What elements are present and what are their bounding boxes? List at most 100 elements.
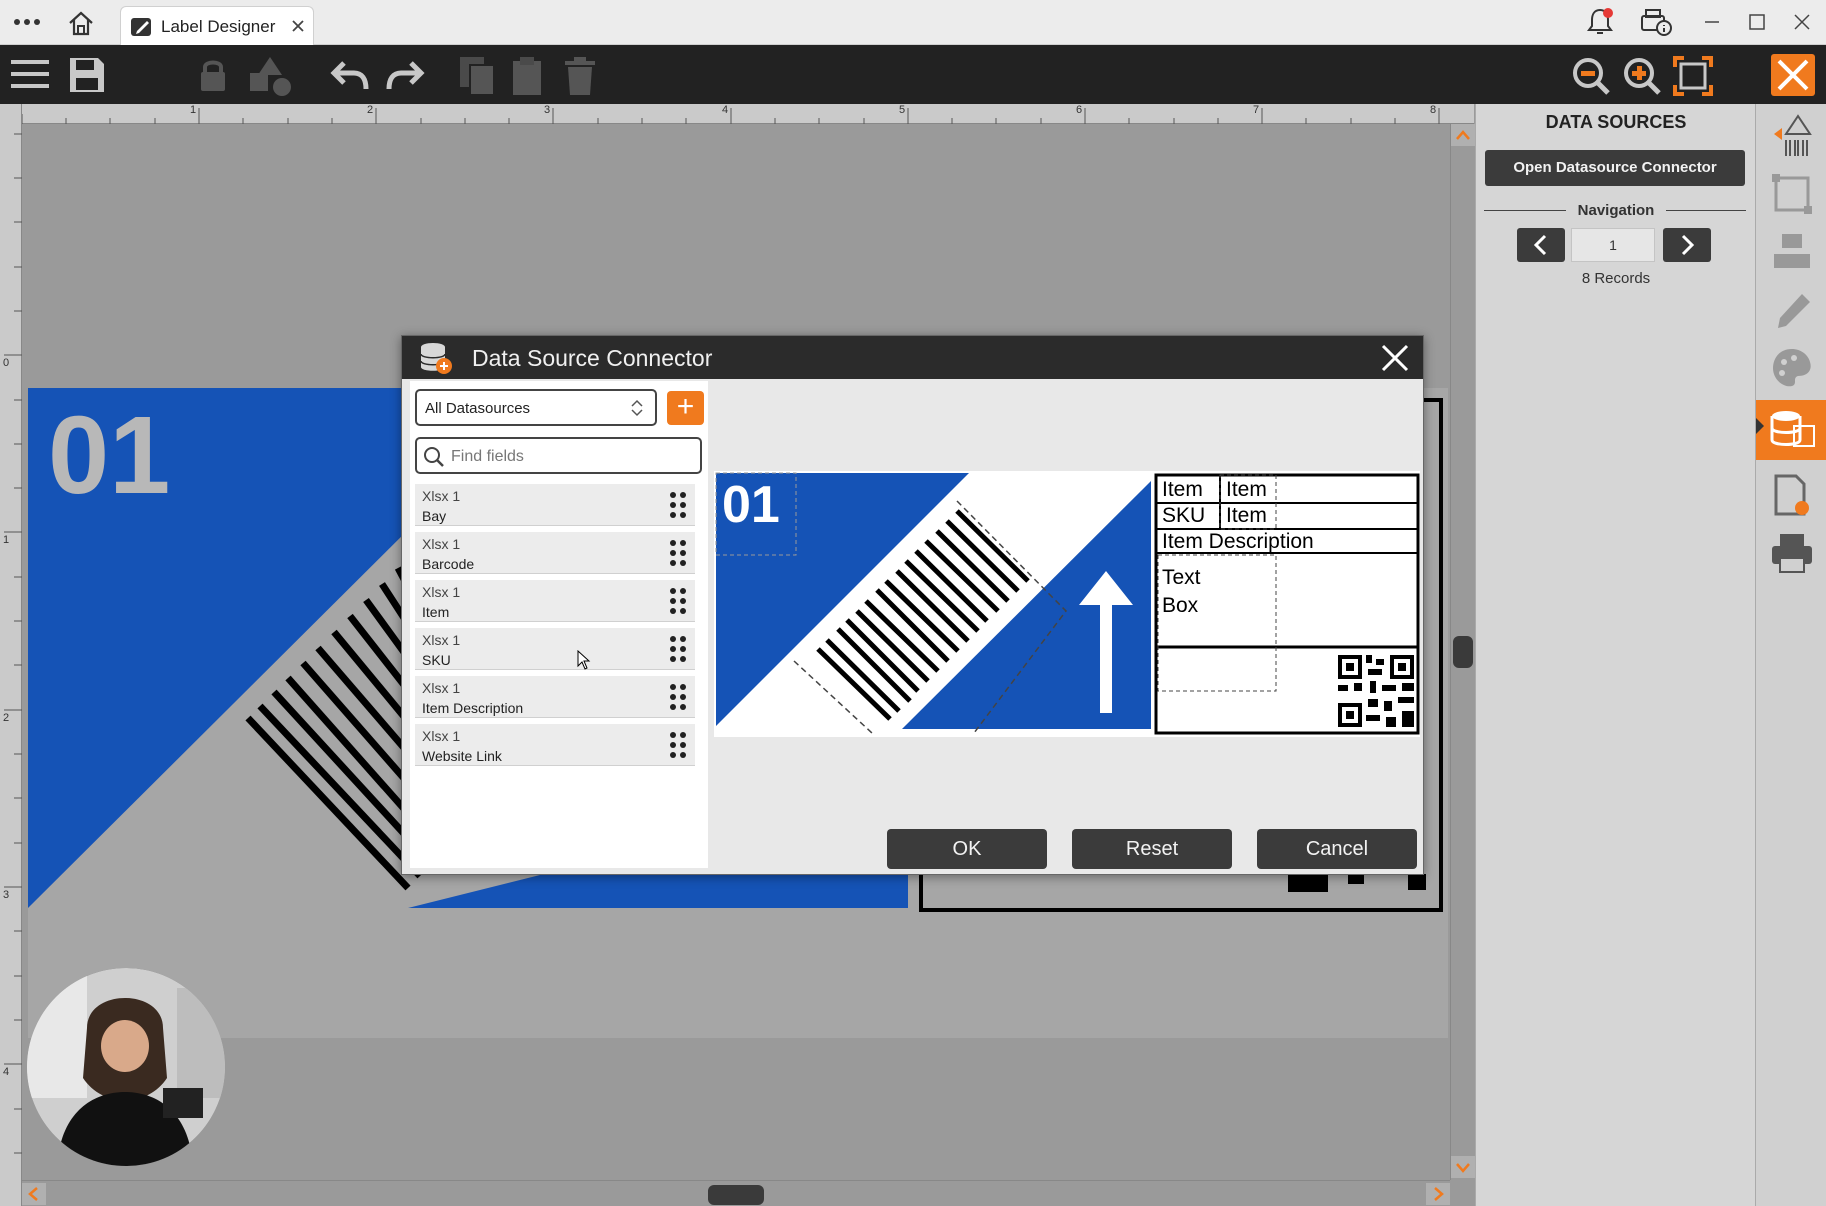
printer-info-icon[interactable] <box>1638 6 1674 38</box>
field-source: Xlsx 1 <box>422 488 461 504</box>
data-source-connector-dialog: Data Source Connector All Datasources + … <box>401 335 1424 875</box>
ruler-label: 1 <box>3 534 10 546</box>
add-datasource-button[interactable]: + <box>667 391 704 425</box>
ruler-label: 2 <box>367 104 374 116</box>
vertical-ruler: 0 1 2 3 4 <box>0 104 22 1206</box>
fit-to-screen-icon[interactable] <box>1672 55 1714 97</box>
delete-trash-icon[interactable] <box>563 55 597 97</box>
align-layers-icon[interactable] <box>1770 230 1814 274</box>
vertical-scrollbar[interactable] <box>1450 124 1475 1180</box>
cancel-button[interactable]: Cancel <box>1257 829 1417 869</box>
drag-handle-icon[interactable] <box>668 682 688 712</box>
list-item[interactable]: Xlsx 1 Barcode <box>415 532 695 574</box>
list-item[interactable]: Xlsx 1 SKU <box>415 628 695 670</box>
drag-handle-icon[interactable] <box>668 586 688 616</box>
ruler-label: 4 <box>3 1066 10 1078</box>
presenter-image <box>27 968 225 1166</box>
close-tab-icon[interactable] <box>291 19 305 33</box>
reset-button[interactable]: Reset <box>1072 829 1232 869</box>
undo-icon[interactable] <box>330 57 370 93</box>
field-name: SKU <box>422 652 451 668</box>
close-window-icon[interactable] <box>1792 12 1812 32</box>
scroll-right-icon[interactable] <box>1426 1183 1450 1205</box>
chevron-left-icon <box>1533 234 1547 256</box>
scroll-up-icon[interactable] <box>1451 124 1475 146</box>
data-sources-panel: DATA SOURCES Open Datasource Connector N… <box>1475 104 1755 1206</box>
preview-number: 01 <box>722 476 780 534</box>
tab-label-designer[interactable]: Label Designer <box>120 6 314 45</box>
preview-sku-value: Item <box>1226 504 1267 527</box>
edit-document-icon <box>130 16 154 38</box>
record-number-input[interactable]: 1 <box>1571 228 1655 262</box>
horizontal-scroll-thumb[interactable] <box>708 1185 764 1205</box>
preview-item-description: Item Description <box>1162 530 1314 553</box>
data-sources-tool-active[interactable] <box>1756 400 1826 460</box>
maximize-icon[interactable] <box>1747 12 1767 32</box>
print-icon[interactable] <box>1770 532 1814 576</box>
save-icon[interactable] <box>68 56 106 94</box>
dialog-close-icon[interactable] <box>1380 343 1410 373</box>
zoom-in-icon[interactable] <box>1621 55 1663 97</box>
list-item[interactable]: Xlsx 1 Item Description <box>415 676 695 718</box>
field-source: Xlsx 1 <box>422 536 461 552</box>
drag-handle-icon[interactable] <box>668 634 688 664</box>
color-palette-icon[interactable] <box>1770 346 1814 390</box>
list-item[interactable]: Xlsx 1 Bay <box>415 484 695 526</box>
drag-handle-icon[interactable] <box>668 730 688 760</box>
preview-item-value: Item <box>1226 478 1267 501</box>
paste-icon[interactable] <box>510 55 546 97</box>
scroll-down-icon[interactable] <box>1451 1156 1475 1178</box>
field-name: Website Link <box>422 748 502 764</box>
notification-bell-icon[interactable] <box>1585 6 1615 38</box>
database-icon <box>418 341 454 375</box>
fields-column: All Datasources + Find fields Xlsx 1 Bay… <box>410 381 708 868</box>
drag-handle-icon[interactable] <box>668 490 688 520</box>
mouse-cursor-icon <box>577 650 591 670</box>
vertical-scroll-thumb[interactable] <box>1453 636 1473 668</box>
ruler-label: 5 <box>899 104 906 116</box>
arrange-shapes-icon[interactable] <box>248 55 294 97</box>
field-name: Bay <box>422 508 447 524</box>
barcode-hazard-icon[interactable] <box>1770 114 1814 158</box>
horizontal-ruler: 1 2 3 4 5 6 7 8 <box>22 104 1474 124</box>
more-options-icon[interactable] <box>12 12 42 32</box>
preview-sku-label: SKU <box>1162 504 1206 527</box>
database-icon <box>1756 411 1815 447</box>
label-preview-graphic <box>715 472 1420 735</box>
select-shape-icon[interactable] <box>1770 172 1814 216</box>
minimize-icon[interactable] <box>1702 12 1722 32</box>
find-fields-search[interactable]: Find fields <box>415 437 702 474</box>
records-count: 8 Records <box>1581 270 1651 287</box>
search-placeholder: Find fields <box>451 448 524 465</box>
field-source: Xlsx 1 <box>422 632 461 648</box>
field-name: Barcode <box>422 556 475 572</box>
panel-title: DATA SOURCES <box>1545 112 1687 132</box>
scroll-left-icon[interactable] <box>22 1183 46 1205</box>
navigation-label: Navigation <box>1566 202 1666 219</box>
ok-button[interactable]: OK <box>887 829 1047 869</box>
copy-icon[interactable] <box>458 55 498 97</box>
label-preview[interactable]: 01 Item Item SKU Item Item Description T… <box>714 471 1420 737</box>
previous-record-button[interactable] <box>1517 228 1565 262</box>
ruler-label: 0 <box>3 357 10 369</box>
pencil-edit-icon[interactable] <box>1770 288 1814 332</box>
close-designer-button[interactable] <box>1771 54 1815 96</box>
zoom-out-icon[interactable] <box>1570 55 1612 97</box>
ruler-label: 1 <box>190 104 197 116</box>
datasource-select[interactable]: All Datasources <box>415 389 657 426</box>
drag-handle-icon[interactable] <box>668 538 688 568</box>
horizontal-scrollbar[interactable] <box>22 1180 1450 1206</box>
next-record-button[interactable] <box>1663 228 1711 262</box>
home-icon[interactable] <box>67 10 95 36</box>
list-item[interactable]: Xlsx 1 Item <box>415 580 695 622</box>
field-source: Xlsx 1 <box>422 680 461 696</box>
field-name: Item Description <box>422 700 524 716</box>
field-source: Xlsx 1 <box>422 584 461 600</box>
ruler-label: 2 <box>3 712 10 724</box>
redo-icon[interactable] <box>385 57 425 93</box>
page-settings-icon[interactable] <box>1770 474 1814 518</box>
lock-icon[interactable] <box>196 57 230 93</box>
hamburger-menu-icon[interactable] <box>10 57 50 91</box>
list-item[interactable]: Xlsx 1 Website Link <box>415 724 695 766</box>
open-datasource-connector-button[interactable]: Open Datasource Connector <box>1485 150 1745 186</box>
